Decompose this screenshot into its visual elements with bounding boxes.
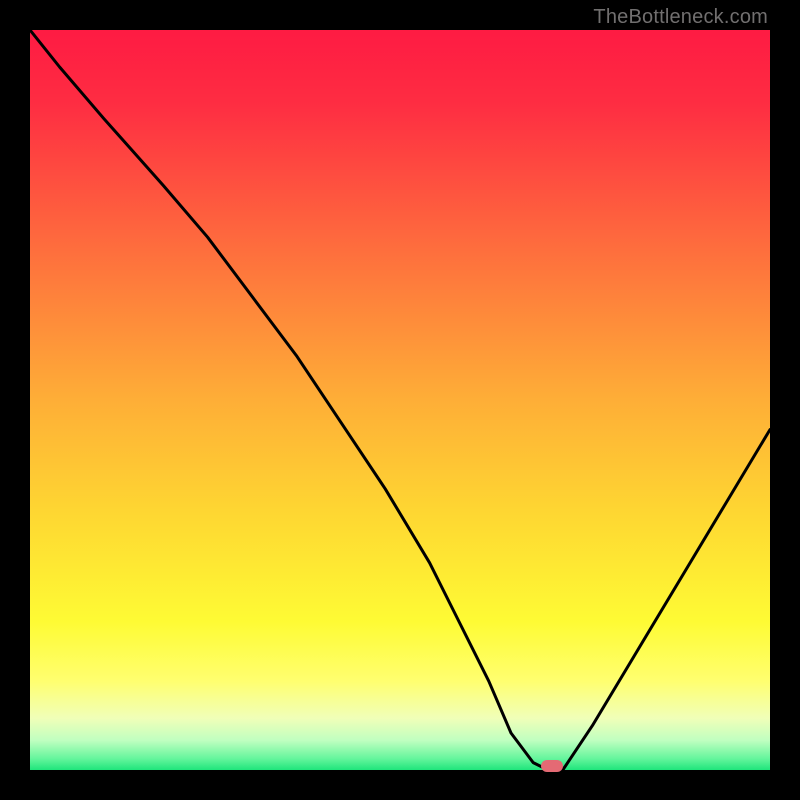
curve-layer — [30, 30, 770, 770]
bottleneck-curve — [30, 30, 770, 770]
watermark-text: TheBottleneck.com — [593, 6, 768, 29]
chart-frame: TheBottleneck.com — [0, 0, 800, 800]
optimal-marker — [541, 760, 563, 772]
plot-area — [30, 30, 770, 770]
